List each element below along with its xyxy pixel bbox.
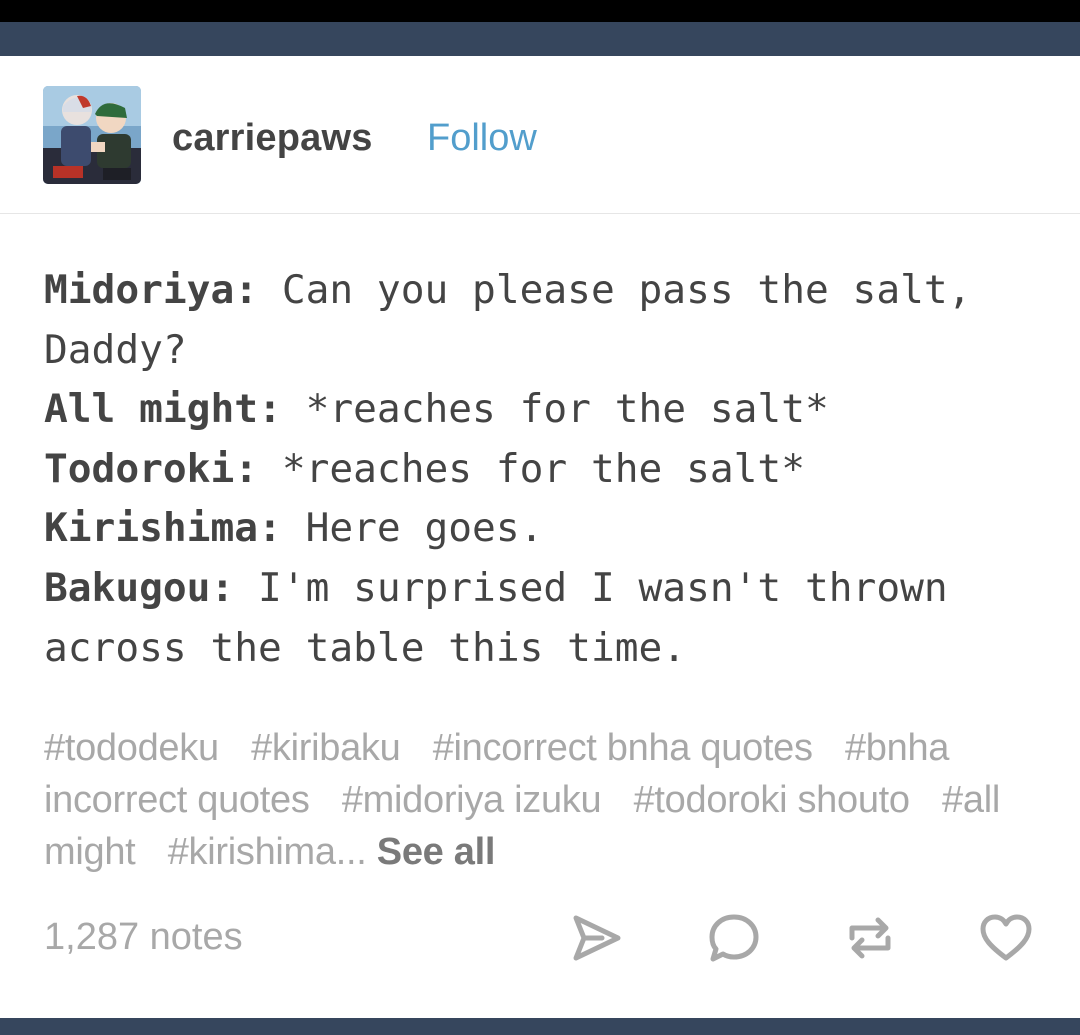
tag-link[interactable]: #todoroki shouto (634, 779, 910, 821)
avatar-image (43, 86, 141, 184)
post-body: Midoriya: Can you please pass the salt, … (44, 261, 1044, 678)
speaker-name: Todoroki: (44, 445, 259, 492)
see-all-tags-link[interactable]: See all (377, 831, 496, 873)
like-button[interactable] (976, 908, 1036, 968)
dialogue-line: Kirishima: Here goes. (44, 499, 1044, 559)
dialogue-line: Midoriya: Can you please pass the salt, … (44, 261, 1044, 380)
share-button[interactable] (566, 908, 626, 968)
dialogue-line: All might: *reaches for the salt* (44, 380, 1044, 440)
dialogue-line: Bakugou: I'm surprised I wasn't thrown a… (44, 559, 1044, 678)
tag-link[interactable]: #kirishima... (168, 831, 367, 873)
tag-link[interactable]: #kiribaku (251, 727, 401, 769)
tag-link[interactable]: #midoriya izuku (342, 779, 602, 821)
post-tags: #tododeku #kiribaku #incorrect bnha quot… (44, 722, 1044, 878)
speaker-name: Kirishima: (44, 505, 282, 552)
status-bar (0, 0, 1080, 22)
heart-icon (980, 914, 1032, 961)
dialogue-text: *reaches for the salt* (305, 386, 829, 433)
avatar[interactable] (43, 86, 141, 184)
dialogue-text: Here goes. (305, 505, 544, 552)
notes-count[interactable]: 1,287 notes (44, 915, 243, 959)
speaker-name: Bakugou: (44, 564, 235, 611)
dashboard-background-top (0, 22, 1080, 56)
paper-plane-icon (573, 915, 621, 961)
tag-link[interactable]: #incorrect bnha quotes (433, 727, 813, 769)
follow-button[interactable]: Follow (427, 116, 537, 160)
dialogue-text: *reaches for the salt* (281, 445, 805, 492)
post-card: carriepaws Follow Midoriya: Can you plea… (0, 56, 1080, 1018)
post-header: carriepaws Follow (0, 56, 1080, 214)
reblog-icon (849, 917, 891, 959)
dialogue-line: Todoroki: *reaches for the salt* (44, 440, 1044, 500)
speech-bubble-icon (709, 914, 759, 962)
speaker-name: Midoriya: (44, 267, 259, 313)
reblog-button[interactable] (840, 908, 900, 968)
reply-button[interactable] (704, 908, 764, 968)
speaker-name: All might: (44, 386, 282, 433)
blog-username[interactable]: carriepaws (172, 116, 373, 160)
dashboard-background-bottom (0, 1018, 1080, 1035)
tag-link[interactable]: #tododeku (44, 727, 219, 769)
